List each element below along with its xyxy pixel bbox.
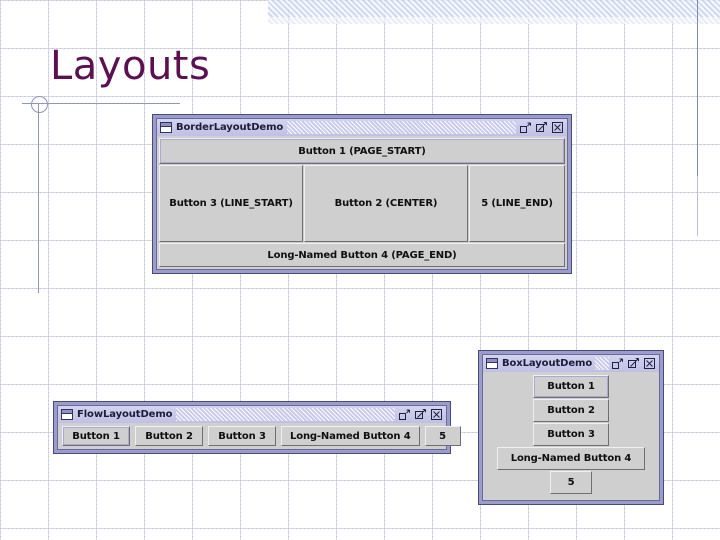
flow-button-4[interactable]: Long-Named Button 4 (281, 426, 420, 446)
flowlayout-panel: Button 1 Button 2 Button 3 Long-Named Bu… (58, 423, 461, 449)
window-controls (399, 409, 444, 420)
window-title: BorderLayoutDemo (176, 122, 284, 133)
box-button-3[interactable]: Button 3 (533, 423, 609, 446)
flow-button-3[interactable]: Button 3 (208, 426, 276, 446)
page-title: Layouts (50, 43, 211, 89)
top-decorative-band (268, 0, 720, 17)
window-inner-frame: BorderLayoutDemo Button 1 (PAGE_START) B… (156, 118, 568, 270)
flow-button-5[interactable]: 5 (424, 426, 461, 446)
circle-decoration-icon (31, 96, 48, 113)
window-flowlayoutdemo[interactable]: FlowLayoutDemo Button 1 Button 2 Button … (53, 401, 461, 454)
window-frame-icon (486, 358, 498, 369)
window-title: FlowLayoutDemo (77, 409, 173, 420)
left-vertical-rule (38, 103, 39, 293)
top-decorative-band-secondary (268, 17, 720, 24)
box-button-2[interactable]: Button 2 (533, 399, 609, 422)
slide-canvas: Layouts BorderLayoutDemo Button 1 (PAGE_… (0, 0, 720, 540)
window-inner-frame: FlowLayoutDemo Button 1 Button 2 Button … (57, 405, 461, 450)
titlebar[interactable]: BorderLayoutDemo (157, 119, 567, 136)
close-button[interactable] (644, 358, 655, 369)
flow-button-1[interactable]: Button 1 (62, 426, 130, 446)
button-line-end[interactable]: 5 (LINE_END) (469, 165, 565, 242)
maximize-button[interactable] (415, 409, 426, 420)
minimize-button[interactable] (520, 122, 531, 133)
window-inner-frame: BoxLayoutDemo Button 1 Button 2 Button 3… (482, 354, 660, 501)
titlebar-texture (287, 121, 516, 134)
window-boxlayoutdemo[interactable]: BoxLayoutDemo Button 1 Button 2 Button 3… (478, 350, 664, 505)
titlebar[interactable]: BoxLayoutDemo (483, 355, 659, 372)
button-page-end[interactable]: Long-Named Button 4 (PAGE_END) (159, 243, 565, 267)
minimize-button[interactable] (399, 409, 410, 420)
maximize-button[interactable] (628, 358, 639, 369)
titlebar[interactable]: FlowLayoutDemo (58, 406, 446, 423)
borderlayout-panel: Button 1 (PAGE_START) Button 3 (LINE_STA… (157, 136, 567, 269)
close-button[interactable] (552, 122, 563, 133)
window-borderlayoutdemo[interactable]: BorderLayoutDemo Button 1 (PAGE_START) B… (152, 114, 572, 274)
window-frame-icon (160, 122, 172, 133)
boxlayout-panel: Button 1 Button 2 Button 3 Long-Named Bu… (483, 372, 659, 500)
window-frame-icon (61, 409, 73, 420)
flow-button-2[interactable]: Button 2 (135, 426, 203, 446)
titlebar-texture (176, 408, 395, 421)
button-page-start[interactable]: Button 1 (PAGE_START) (159, 138, 565, 164)
button-line-start[interactable]: Button 3 (LINE_START) (159, 165, 303, 242)
box-button-4[interactable]: Long-Named Button 4 (497, 447, 645, 470)
window-controls (520, 122, 565, 133)
box-button-5[interactable]: 5 (550, 471, 592, 494)
borderlayout-middle-row: Button 3 (LINE_START) Button 2 (CENTER) … (159, 165, 565, 242)
right-vertical-rule-fade (697, 176, 698, 236)
maximize-button[interactable] (536, 122, 547, 133)
box-button-1[interactable]: Button 1 (533, 375, 609, 398)
right-vertical-rule (697, 0, 698, 176)
titlebar-texture (595, 357, 609, 370)
window-controls (612, 358, 657, 369)
minimize-button[interactable] (612, 358, 623, 369)
button-center[interactable]: Button 2 (CENTER) (304, 165, 468, 242)
window-title: BoxLayoutDemo (502, 358, 593, 369)
close-button[interactable] (431, 409, 442, 420)
